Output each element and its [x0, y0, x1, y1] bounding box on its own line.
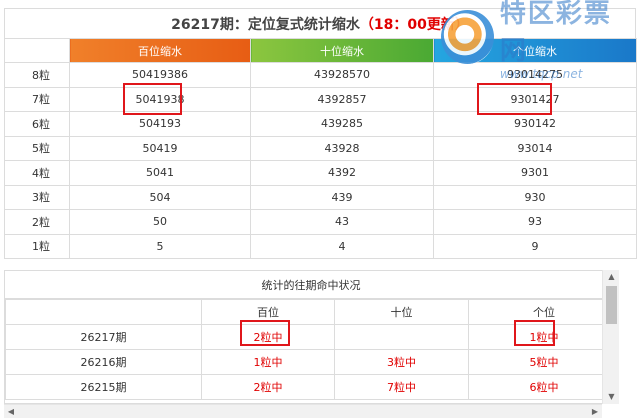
cell-bai: 504	[69, 184, 251, 210]
stats-row: 7粒 5041938 4392857 9301427	[4, 86, 637, 112]
history-title: 统计的往期命中状况	[5, 271, 617, 299]
header-shi: 十位缩水	[250, 38, 434, 63]
site-logo[interactable]: 特区彩票网 www.tqcp.net	[441, 0, 637, 81]
history-cell-ge: 6粒中	[468, 374, 617, 400]
history-cell-shi: 3粒中	[334, 349, 469, 375]
row-label: 8粒	[4, 62, 70, 88]
cell-shi: 4	[250, 233, 434, 259]
logo-url: www.tqcp.net	[499, 67, 583, 81]
title-main: 26217期：定位复式统计缩水	[171, 16, 360, 33]
stats-row: 5粒 50419 43928 93014	[4, 135, 637, 161]
cell-bai: 5041	[69, 160, 251, 186]
history-cell-ge: 5粒中	[468, 349, 617, 375]
cell-ge: 930142	[433, 111, 637, 137]
cell-ge: 930	[433, 184, 637, 210]
cell-shi: 439285	[250, 111, 434, 137]
cell-bai: 50419	[69, 135, 251, 161]
scroll-right-arrow-icon[interactable]: ▶	[588, 405, 602, 419]
history-panel: 统计的往期命中状况 百位 十位 个位 26217期 2粒中 1粒中 26216期 1粒中 3粒中…	[4, 270, 618, 404]
header-blank	[4, 38, 70, 63]
row-label: 3粒	[4, 184, 70, 210]
history-cell-ge: 1粒中	[468, 324, 617, 350]
cell-shi: 4392857	[250, 86, 434, 112]
history-header-cell: 个位	[468, 299, 617, 325]
history-header-cell: 百位	[201, 299, 335, 325]
row-label: 2粒	[4, 209, 70, 235]
history-table: 百位 十位 个位 26217期 2粒中 1粒中 26216期 1粒中 3粒中 5粒中 26215期 2…	[5, 299, 617, 400]
cell-ge: 9	[433, 233, 637, 259]
cell-ge: 93	[433, 209, 637, 235]
stats-row: 1粒 5 4 9	[4, 233, 637, 259]
scroll-down-arrow-icon[interactable]: ▼	[603, 390, 620, 404]
history-cell-shi	[334, 324, 469, 350]
cell-ge: 9301	[433, 160, 637, 186]
row-label: 1粒	[4, 233, 70, 259]
vertical-scrollbar[interactable]: ▲ ▼	[602, 270, 619, 404]
history-cell-period: 26217期	[5, 324, 202, 350]
cell-shi: 4392	[250, 160, 434, 186]
history-row: 26215期 2粒中 7粒中 6粒中	[5, 374, 617, 400]
cell-shi: 43928	[250, 135, 434, 161]
scroll-left-arrow-icon[interactable]: ◀	[4, 405, 18, 419]
cell-bai: 5041938	[69, 86, 251, 112]
history-row: 26217期 2粒中 1粒中	[5, 324, 617, 350]
logo-text: 特区彩票网 www.tqcp.net	[500, 0, 637, 81]
cell-shi: 439	[250, 184, 434, 210]
history-cell-shi: 7粒中	[334, 374, 469, 400]
scroll-up-arrow-icon[interactable]: ▲	[603, 270, 620, 284]
row-label: 6粒	[4, 111, 70, 137]
history-row: 26216期 1粒中 3粒中 5粒中	[5, 349, 617, 375]
cell-shi: 43928570	[250, 62, 434, 88]
cell-shi: 43	[250, 209, 434, 235]
history-cell-bai: 2粒中	[201, 324, 335, 350]
history-cell-period: 26215期	[5, 374, 202, 400]
logo-swirl-icon	[441, 10, 494, 64]
row-label: 4粒	[4, 160, 70, 186]
scrollbar-thumb[interactable]	[606, 286, 617, 324]
cell-bai: 5	[69, 233, 251, 259]
stats-row: 3粒 504 439 930	[4, 184, 637, 210]
row-label: 7粒	[4, 86, 70, 112]
cell-bai: 50419386	[69, 62, 251, 88]
row-label: 5粒	[4, 135, 70, 161]
stats-row: 6粒 504193 439285 930142	[4, 111, 637, 137]
history-header-row: 百位 十位 个位	[5, 299, 617, 325]
cell-bai: 504193	[69, 111, 251, 137]
history-cell-period: 26216期	[5, 349, 202, 375]
cell-ge: 93014	[433, 135, 637, 161]
history-cell-bai: 2粒中	[201, 374, 335, 400]
horizontal-scrollbar[interactable]: ◀ ▶	[4, 404, 602, 418]
cell-ge: 9301427	[433, 86, 637, 112]
header-bai: 百位缩水	[69, 38, 251, 63]
history-header-cell: 十位	[334, 299, 469, 325]
history-header-cell	[5, 299, 202, 325]
history-cell-bai: 1粒中	[201, 349, 335, 375]
cell-bai: 50	[69, 209, 251, 235]
stats-row: 4粒 5041 4392 9301	[4, 160, 637, 186]
stats-row: 2粒 50 43 93	[4, 209, 637, 235]
logo-name: 特区彩票网	[499, 0, 612, 66]
